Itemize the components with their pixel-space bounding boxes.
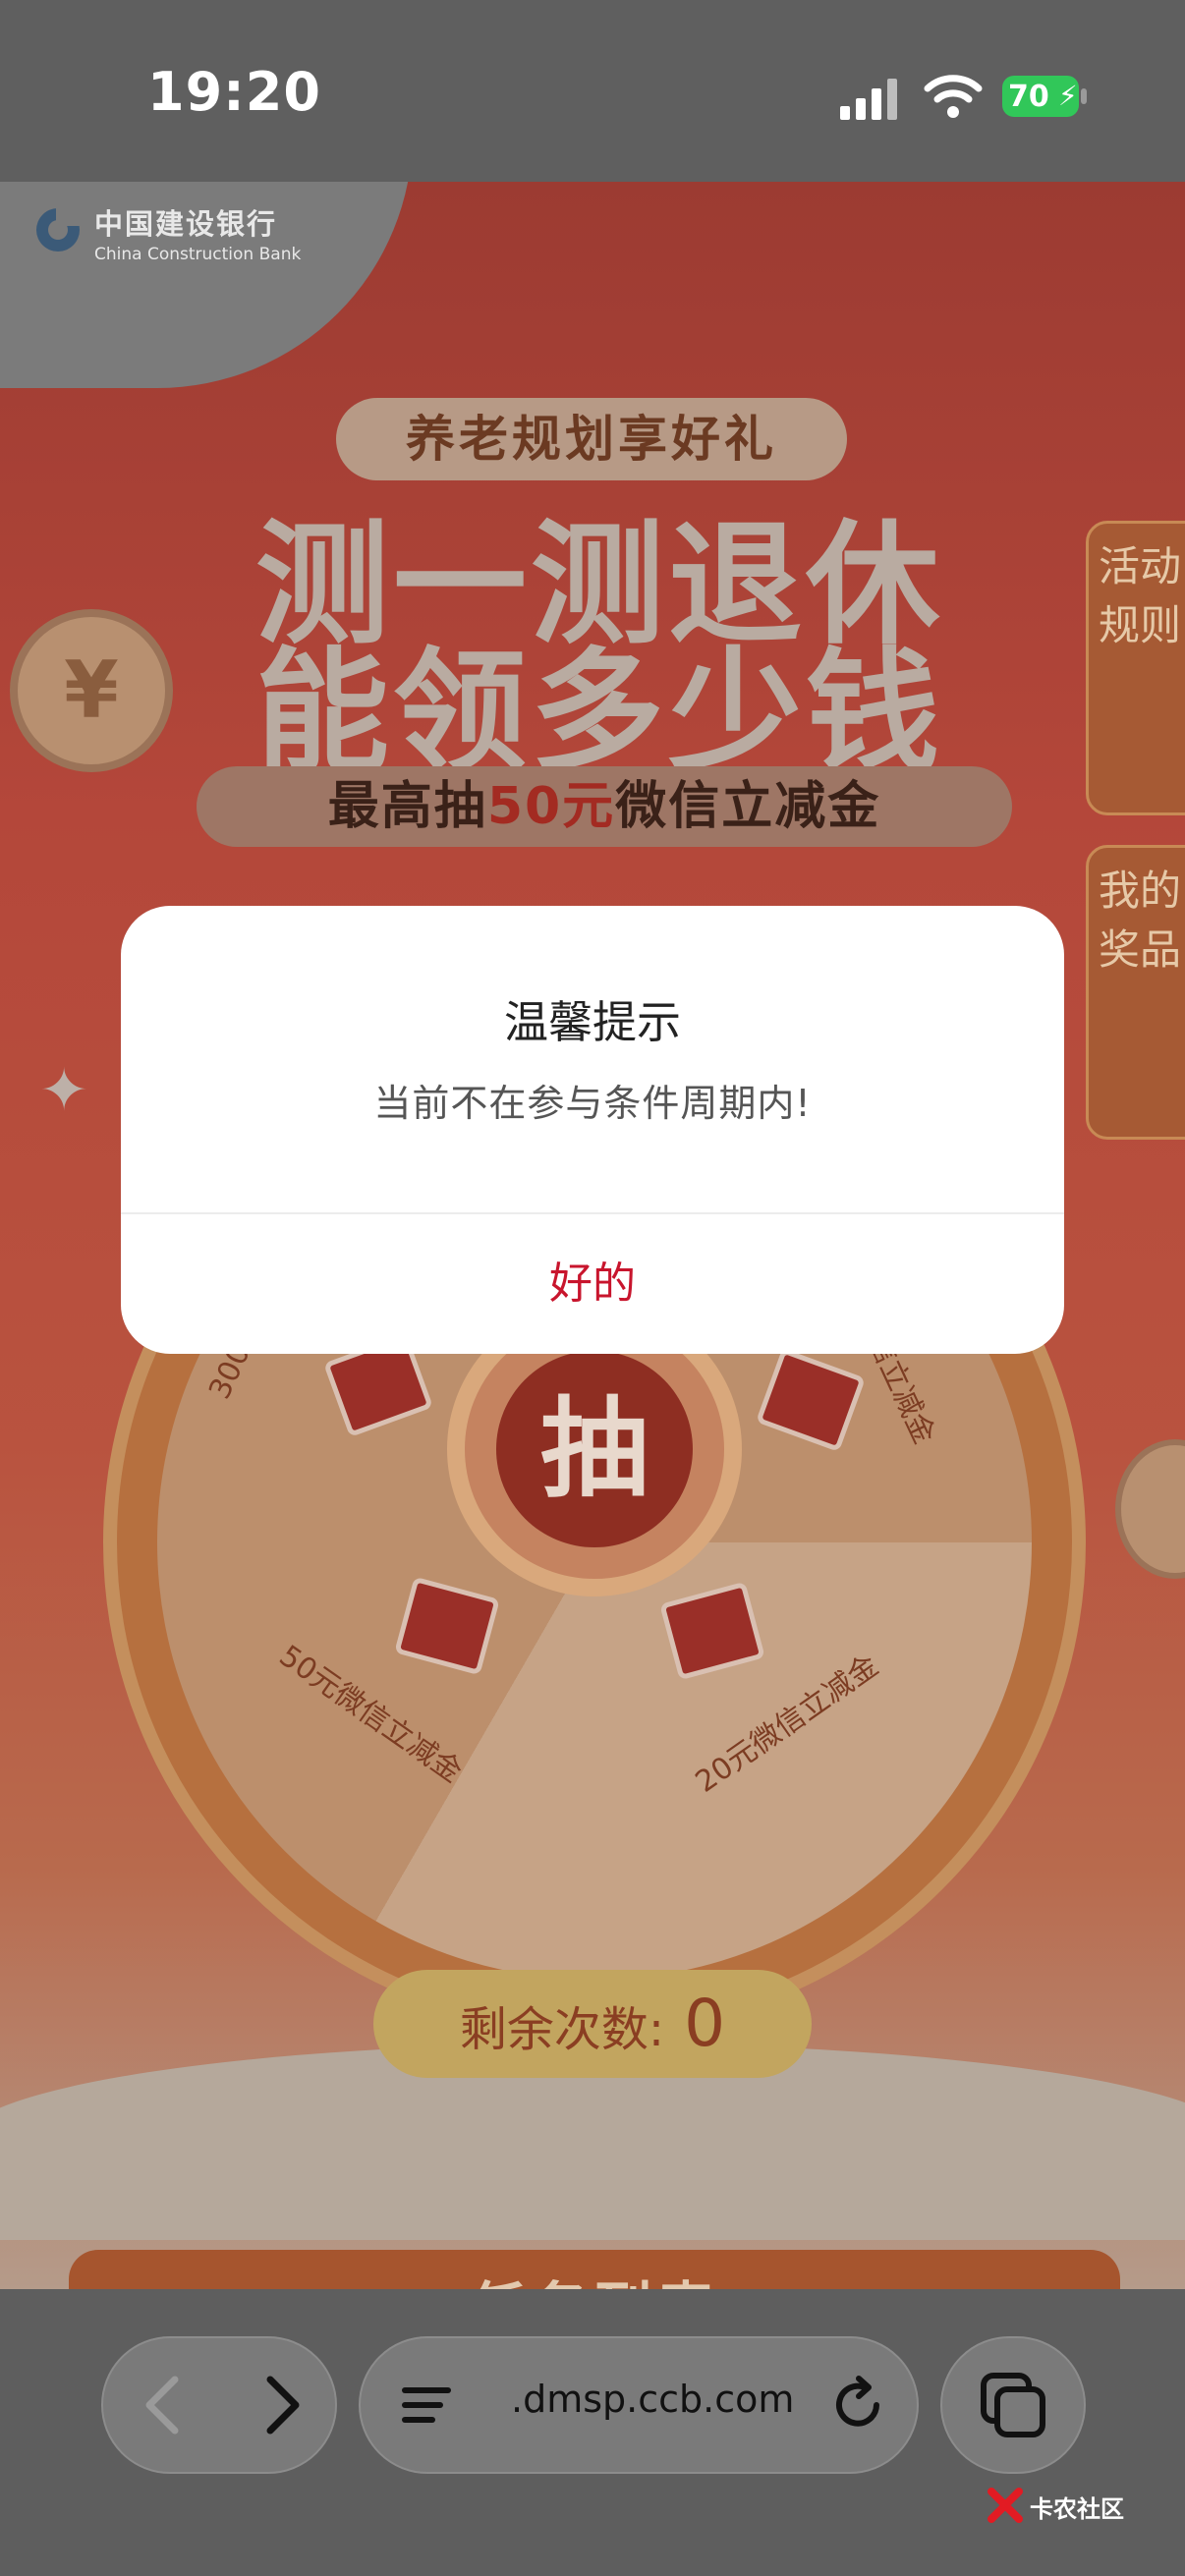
remaining-draws: 剩余次数: 0 xyxy=(373,1970,812,2078)
watermark-text: 卡农社区 xyxy=(1030,2495,1124,2523)
bank-logo: 中国建设银行 China Construction Bank xyxy=(94,201,301,264)
promo-suffix: 微信立减金 xyxy=(615,777,881,836)
dialog-message: 当前不在参与条件周期内! xyxy=(373,1082,812,1125)
chevron-left-icon[interactable] xyxy=(126,2366,204,2444)
bank-name-en: China Construction Bank xyxy=(94,245,302,264)
my-prizes-tab[interactable]: 我的奖品 xyxy=(1086,845,1185,1140)
cellular-signal-icon xyxy=(840,79,897,120)
menu-icon[interactable] xyxy=(398,2376,457,2435)
campaign-subtitle: 养老规划享好礼 xyxy=(336,398,847,480)
promo-amount: 50元 xyxy=(486,777,616,836)
reload-icon[interactable] xyxy=(825,2373,890,2437)
activity-rules-tab[interactable]: 活动规则 xyxy=(1086,521,1185,815)
url-text[interactable]: .dmsp.ccb.com xyxy=(511,2378,794,2421)
status-time: 19:20 xyxy=(147,61,321,123)
battery-percent: 70 xyxy=(1008,80,1049,114)
remaining-count: 0 xyxy=(684,1986,726,2061)
ok-button[interactable]: 好的 xyxy=(121,1214,1064,1354)
battery-charging-icon: 70 ⚡ xyxy=(1002,76,1091,117)
watermark-logo-icon xyxy=(988,2488,1023,2523)
promo-prefix: 最高抽 xyxy=(327,777,487,836)
coin-decoration: ¥ xyxy=(10,609,173,772)
sparkle-icon: ✦ xyxy=(39,1056,89,1125)
wifi-icon xyxy=(924,75,983,118)
charging-bolt-icon: ⚡ xyxy=(1058,80,1078,112)
promo-banner: 最高抽50元微信立减金 xyxy=(197,766,1012,847)
alert-dialog: 温馨提示 当前不在参与条件周期内! 好的 xyxy=(121,906,1064,1354)
bank-name-cn: 中国建设银行 xyxy=(94,207,278,241)
chevron-right-icon[interactable] xyxy=(241,2366,319,2444)
tabs-icon[interactable] xyxy=(978,2370,1048,2440)
draw-button[interactable]: 抽 xyxy=(496,1351,693,1547)
ccb-logo-icon xyxy=(36,206,82,252)
remaining-label: 剩余次数: xyxy=(459,2002,665,2057)
dialog-title: 温馨提示 xyxy=(503,996,681,1048)
